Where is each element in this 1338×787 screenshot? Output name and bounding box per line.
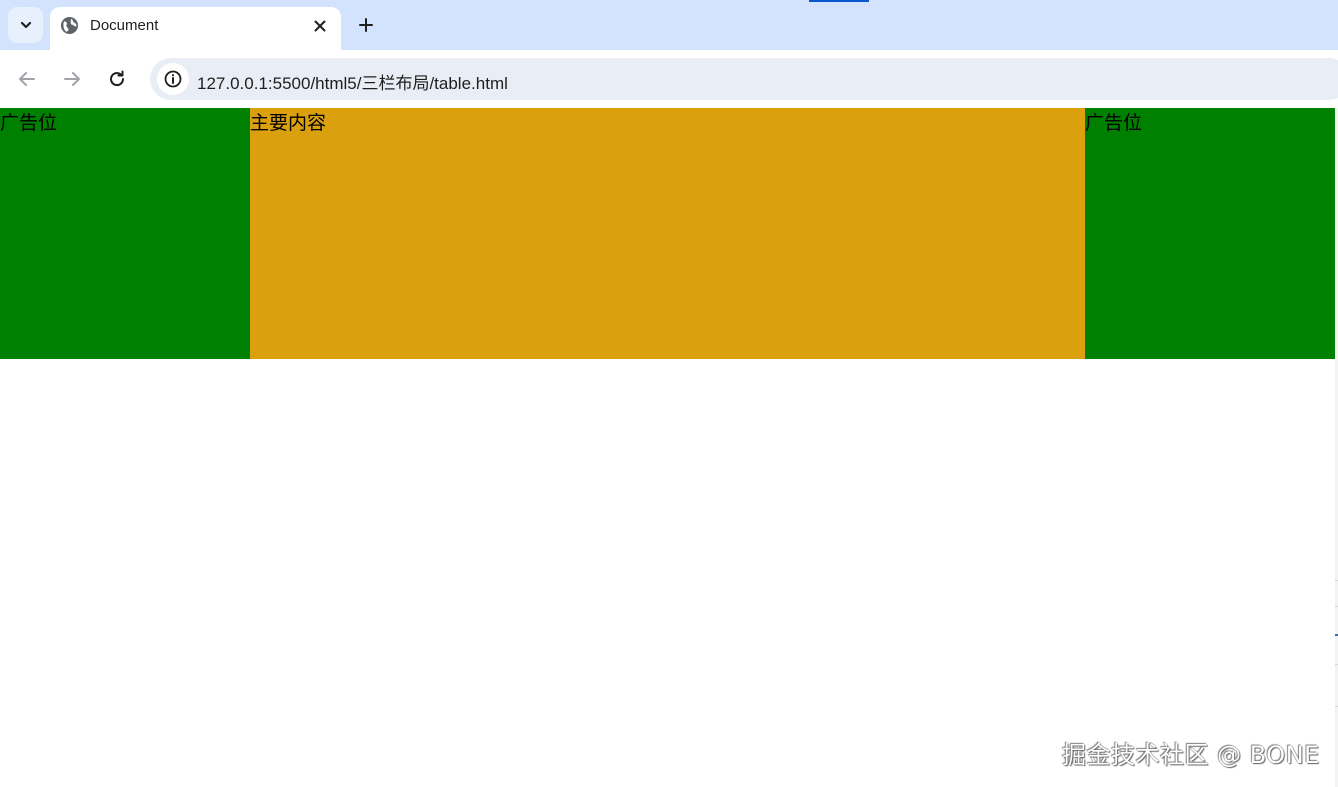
watermark: 掘金技术社区 @ BONE bbox=[1062, 741, 1320, 769]
url-text[interactable]: 127.0.0.1:5500/html5/三栏布局/table.html bbox=[197, 69, 508, 94]
right-ad-cell: 广告位 bbox=[1085, 108, 1336, 359]
three-column-table: 广告位 主要内容 广告位 bbox=[0, 108, 1336, 359]
page-viewport: 广告位 主要内容 广告位 bbox=[0, 108, 1338, 787]
arrow-right-icon bbox=[64, 72, 80, 86]
browser-toolbar: 127.0.0.1:5500/html5/三栏布局/table.html bbox=[0, 50, 1338, 108]
info-icon bbox=[164, 70, 182, 88]
chevron-down-icon bbox=[20, 21, 31, 29]
close-icon bbox=[314, 20, 326, 32]
tab-close-button[interactable] bbox=[309, 15, 331, 37]
new-tab-button[interactable] bbox=[352, 11, 380, 39]
site-info-button[interactable] bbox=[157, 63, 189, 95]
globe-icon bbox=[60, 16, 79, 35]
arrow-left-icon bbox=[19, 72, 35, 86]
plus-icon bbox=[359, 18, 373, 32]
browser-tab[interactable]: Document bbox=[50, 7, 341, 50]
left-ad-label: 广告位 bbox=[0, 112, 58, 134]
left-ad-cell: 广告位 bbox=[0, 108, 250, 359]
tab-strip-accent bbox=[809, 0, 869, 2]
reload-button[interactable] bbox=[102, 64, 132, 94]
tab-title: Document bbox=[90, 17, 159, 34]
forward-button[interactable] bbox=[57, 64, 87, 94]
tab-strip: Document bbox=[0, 0, 1338, 50]
main-content-cell: 主要内容 bbox=[250, 108, 1085, 359]
right-ad-label: 广告位 bbox=[1085, 112, 1143, 134]
address-bar[interactable]: 127.0.0.1:5500/html5/三栏布局/table.html bbox=[150, 58, 1338, 100]
main-content-label: 主要内容 bbox=[250, 112, 327, 134]
tab-search-button[interactable] bbox=[8, 7, 43, 43]
back-button[interactable] bbox=[12, 64, 42, 94]
reload-icon bbox=[110, 70, 125, 87]
